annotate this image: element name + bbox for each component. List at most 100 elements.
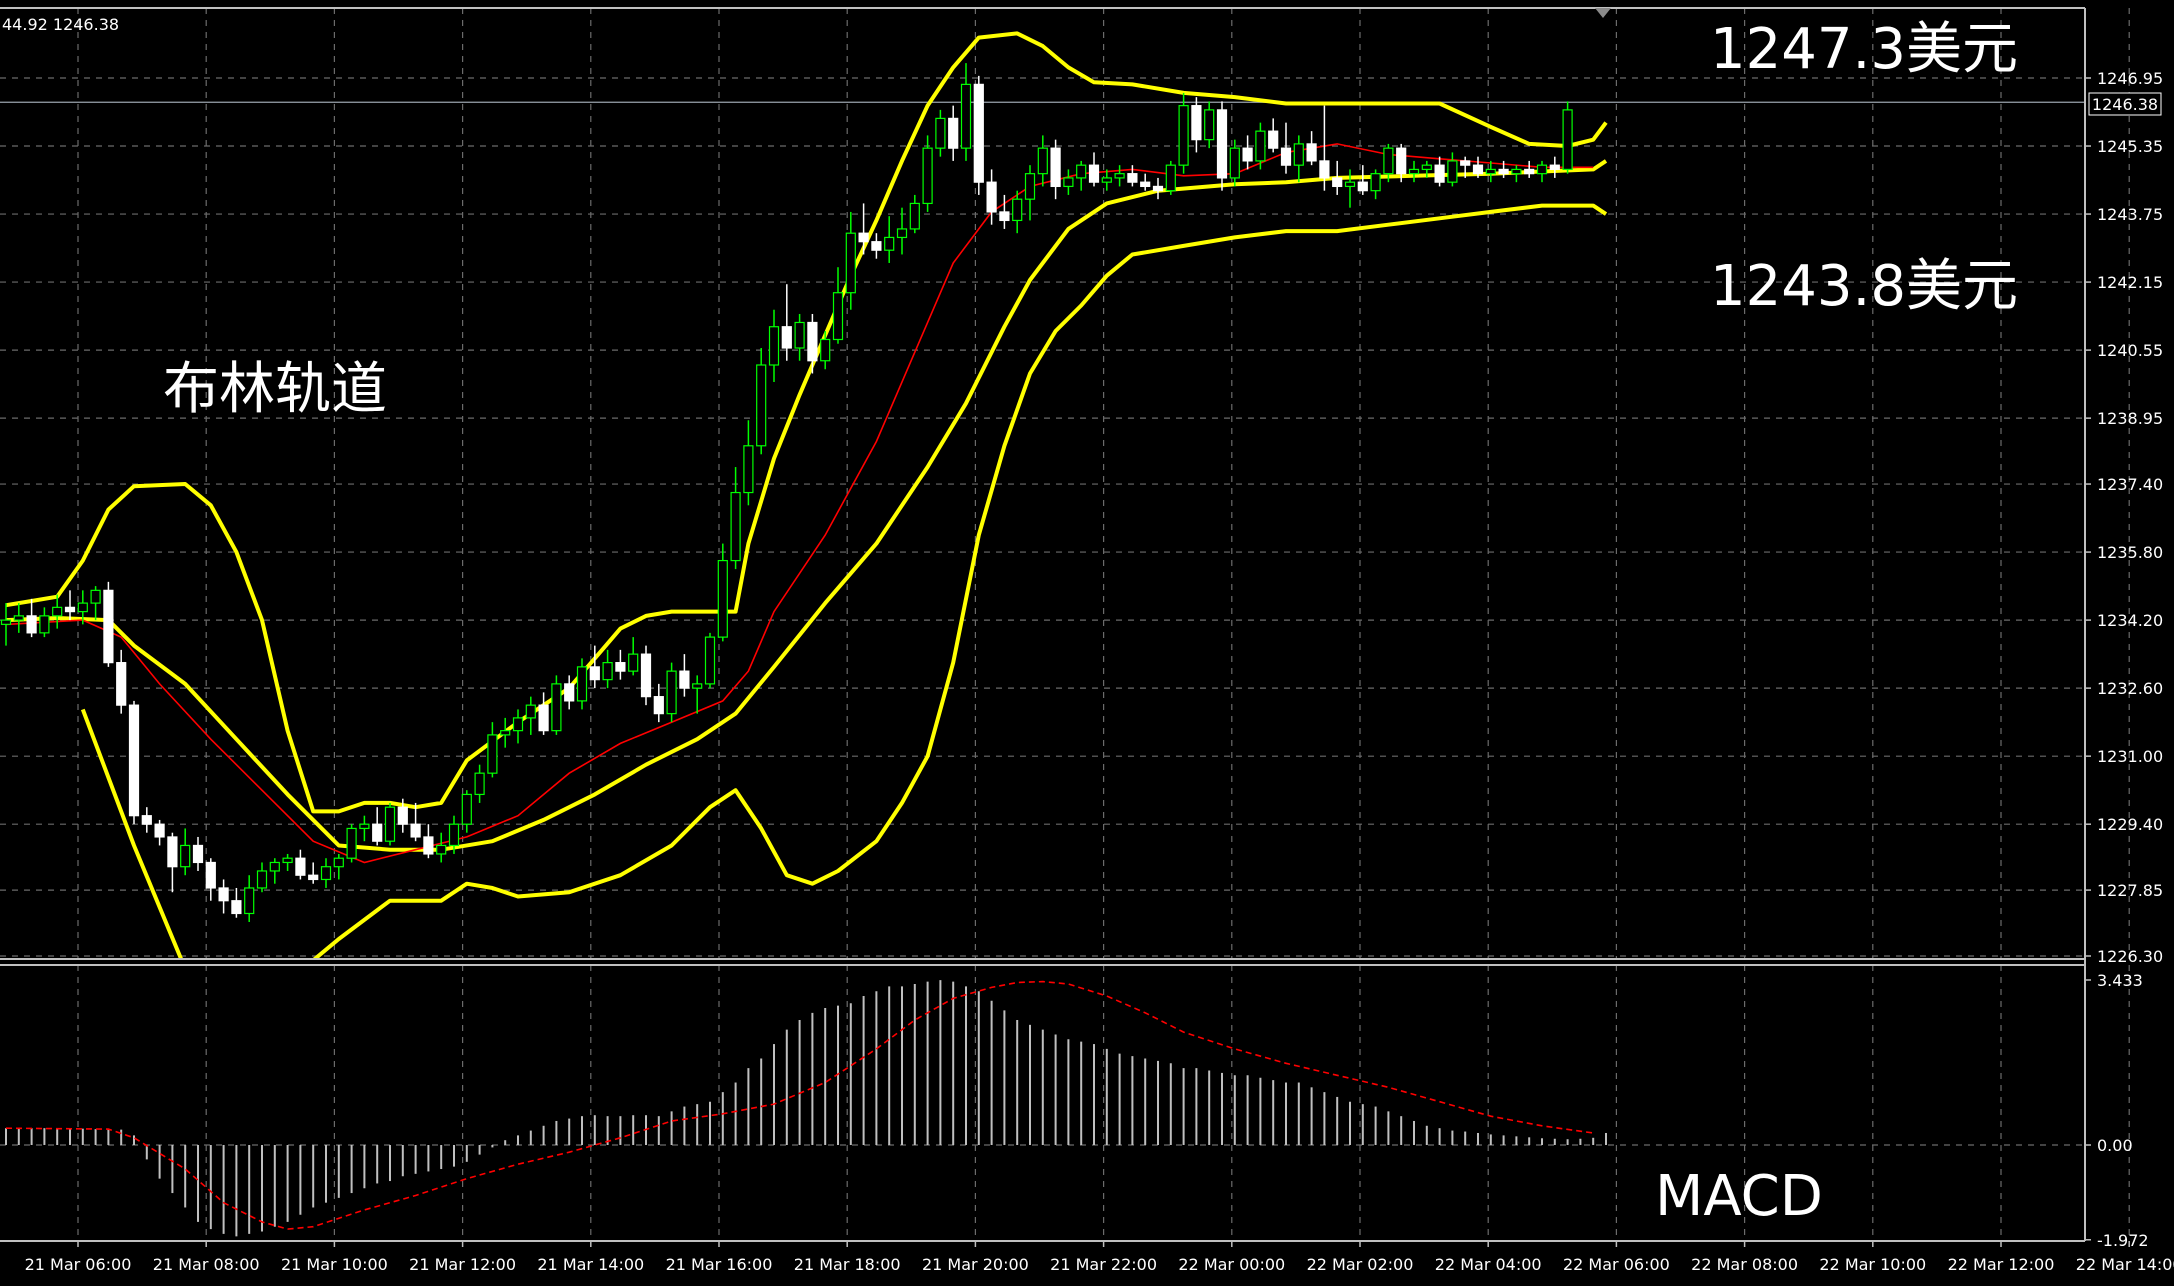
- candle-body: [500, 730, 511, 736]
- candle-body: [884, 236, 895, 251]
- candle-body: [346, 827, 357, 859]
- candle-body: [205, 861, 216, 889]
- candle-body: [423, 836, 434, 855]
- x-tick-label: 21 Mar 22:00: [1050, 1255, 1157, 1274]
- candle-body: [410, 823, 421, 838]
- x-tick-labels: 21 Mar 06:00 21 Mar 08:00 21 Mar 10:00 21 M…: [25, 1241, 2174, 1274]
- x-tick-label: 22 Mar 14:00: [2076, 1255, 2174, 1274]
- y-tick-labels: 1246.95 1245.35 1243.75 1242.15 1240.55 1238.…: [2085, 69, 2163, 966]
- candle-body: [858, 232, 869, 243]
- candle-body: [1344, 181, 1356, 188]
- y-tick-label: 1242.15: [2097, 273, 2163, 292]
- candle-body: [1152, 185, 1164, 192]
- candle-body: [141, 815, 152, 825]
- candle-body: [128, 704, 140, 817]
- candle-body: [973, 83, 984, 183]
- macd-tick-label: -1.972: [2097, 1231, 2149, 1250]
- y-tick-label: 1232.60: [2097, 679, 2163, 698]
- candle-body: [1332, 177, 1343, 188]
- candle-body: [768, 326, 780, 366]
- candle-body: [1280, 147, 1292, 166]
- candle-body: [1511, 168, 1522, 175]
- candle-body: [474, 772, 485, 796]
- candle-body: [1498, 168, 1509, 175]
- candle-body: [717, 559, 728, 638]
- upper-band-annotation: 1247.3美元: [1710, 17, 2018, 82]
- candle-body: [269, 861, 280, 872]
- candle-body: [13, 615, 24, 621]
- candle-body: [1127, 173, 1138, 183]
- candle-body: [359, 823, 370, 830]
- candle-body: [26, 615, 37, 634]
- candle-body: [679, 670, 690, 689]
- candle-body: [116, 662, 127, 706]
- candle-body: [1229, 147, 1240, 179]
- price-tag: 1246.38: [2088, 92, 2162, 116]
- x-tick-label: 22 Mar 12:00: [1948, 1255, 2055, 1274]
- candle-body: [77, 602, 88, 613]
- x-tick-label: 21 Mar 12:00: [409, 1255, 516, 1274]
- candle-body: [320, 866, 332, 881]
- current-price-label: 1246.38: [2092, 95, 2158, 114]
- y-tick-label: 1246.95: [2097, 69, 2163, 88]
- y-tick-label: 1245.35: [2097, 137, 2163, 156]
- candle-body: [640, 653, 652, 698]
- candle-body: [589, 666, 600, 681]
- candle-body: [999, 211, 1010, 222]
- candle-body: [1140, 181, 1151, 188]
- candle-body: [602, 662, 613, 681]
- candle-body: [384, 806, 396, 842]
- macd-tick-label: 0.00: [2097, 1136, 2133, 1155]
- candle-body: [1319, 160, 1330, 179]
- candle-body: [448, 823, 460, 847]
- candle-body: [564, 683, 575, 702]
- moving-average-line: [5, 143, 1594, 864]
- lower-band-annotation: 1243.8美元: [1710, 254, 2018, 319]
- candle-body: [1216, 109, 1228, 179]
- candle-body: [244, 887, 255, 915]
- x-tick-label: 22 Mar 00:00: [1178, 1255, 1285, 1274]
- candle-body: [1357, 181, 1368, 192]
- y-tick-label: 1238.95: [2097, 409, 2163, 428]
- candle-body: [192, 844, 204, 864]
- candle-body: [154, 823, 165, 838]
- candle-body: [90, 589, 101, 604]
- candle-body: [512, 717, 524, 732]
- candle-body: [308, 874, 319, 881]
- candle-body: [909, 202, 920, 230]
- y-tick-label: 1237.40: [2097, 475, 2163, 494]
- x-tick-label: 21 Mar 06:00: [25, 1255, 132, 1274]
- y-tick-label: 1227.85: [2097, 881, 2163, 900]
- candle-body: [333, 857, 344, 868]
- candle-body: [487, 734, 498, 774]
- candle-body: [1293, 143, 1304, 166]
- candle-body: [692, 683, 703, 689]
- grid: [0, 8, 2130, 1241]
- candle-body: [756, 364, 767, 447]
- candle-body: [436, 844, 447, 855]
- candle-body: [1460, 160, 1471, 166]
- candle-body: [551, 683, 562, 732]
- candle-body: [231, 900, 242, 915]
- candle-body: [1268, 130, 1279, 149]
- x-tick-label: 21 Mar 10:00: [281, 1255, 388, 1274]
- candle-body: [52, 606, 63, 617]
- y-tick-label: 1235.80: [2097, 543, 2163, 562]
- candles: [0, 63, 1573, 922]
- candle-body: [1178, 105, 1189, 166]
- y-tick-label: 1231.00: [2097, 747, 2163, 766]
- candle-body: [1076, 164, 1087, 179]
- candle-body: [896, 228, 908, 239]
- candle-body: [935, 117, 946, 149]
- candle-body: [1485, 168, 1496, 175]
- y-tick-label: 1243.75: [2097, 205, 2163, 224]
- candle-body: [1447, 160, 1458, 183]
- candle-body: [538, 704, 549, 732]
- candle-body: [167, 836, 178, 868]
- candle-body: [397, 806, 408, 825]
- macd-histogram: [5, 980, 1607, 1237]
- candle-body: [960, 83, 972, 149]
- candle-body: [922, 147, 933, 205]
- candle-body: [1101, 177, 1112, 183]
- candle-body: [1370, 173, 1381, 192]
